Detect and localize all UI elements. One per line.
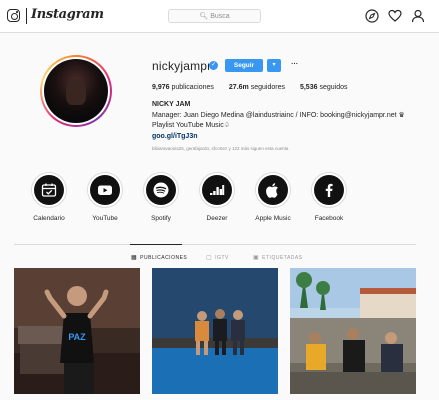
search-icon: 🔍︎ (199, 13, 209, 20)
post-photo-man-at-pool-table: PAZ (14, 268, 140, 394)
followed-by-text[interactable]: bibiaravaonia25, gerafajardo, sfcortez y… (152, 146, 288, 151)
profile-stats: 9,976 publicaciones 27.6m seguidores 5,5… (152, 84, 347, 91)
tabs-divider (14, 244, 416, 245)
tab-label: PUBLICACIONES (140, 254, 188, 261)
bio-line-2: Playlist YouTube Music♤ (152, 122, 230, 129)
highlight-ring (255, 172, 291, 208)
deezer-icon (210, 185, 225, 195)
spotify-icon (153, 182, 169, 198)
highlight-label: Spotify (151, 215, 171, 222)
post-photo-group-by-pool (152, 268, 278, 394)
highlight-label: Deezer (206, 215, 228, 222)
active-tab-indicator (130, 244, 182, 245)
tab-label: IGTV (215, 254, 229, 261)
highlight-deezer[interactable]: Deezer (193, 172, 241, 222)
highlight-ring (143, 172, 179, 208)
verified-badge-icon: ✓ (209, 61, 218, 70)
following-count[interactable]: 5,536 seguidos (300, 84, 348, 91)
search-placeholder: Busca (210, 12, 230, 20)
compass-icon[interactable] (365, 9, 379, 23)
igtv-icon: ▢ (206, 255, 213, 261)
tab-igtv[interactable]: ▢ IGTV (206, 254, 229, 262)
posts-count: 9,976 publicaciones (152, 84, 214, 91)
tab-label: ETIQUETADAS (262, 254, 303, 261)
story-highlights: Calendario YouTube Spotify Deezer Apple … (25, 172, 365, 232)
highlight-cover (202, 175, 232, 205)
highlight-label: Apple Music (255, 215, 291, 222)
display-name: NICKY JAM (152, 101, 191, 108)
instagram-logo-icon[interactable] (7, 9, 20, 22)
facebook-icon (325, 183, 333, 197)
calendar-icon (41, 183, 57, 197)
highlight-apple-music[interactable]: Apple Music (249, 172, 297, 222)
highlight-ring (311, 172, 347, 208)
highlight-youtube[interactable]: YouTube (81, 172, 129, 222)
bio-link[interactable]: goo.gl/iTgJ3n (152, 132, 422, 143)
top-navigation-bar: Instagram 🔍︎ Busca (0, 0, 439, 33)
profile-avatar[interactable] (40, 55, 112, 127)
avatar-photo (44, 59, 108, 123)
avatar-inner (42, 57, 110, 125)
bio-line-1: Manager: Juan Diego Medina @laindustriai… (152, 111, 405, 119)
tab-etiquetadas[interactable]: ▣ ETIQUETADAS (253, 254, 303, 262)
heart-icon[interactable] (388, 9, 402, 23)
highlight-cover (34, 175, 64, 205)
highlight-spotify[interactable]: Spotify (137, 172, 185, 222)
suggested-accounts-button[interactable]: ▾ (267, 59, 281, 72)
highlight-cover (258, 175, 288, 205)
instagram-wordmark[interactable]: Instagram (31, 7, 104, 22)
grid-icon: ▦ (131, 255, 138, 261)
highlight-label: YouTube (92, 215, 118, 222)
highlight-facebook[interactable]: Facebook (305, 172, 353, 222)
highlight-calendario[interactable]: Calendario (25, 172, 73, 222)
tab-publicaciones[interactable]: ▦ PUBLICACIONES (131, 254, 188, 262)
profile-username: nickyjampr (152, 59, 212, 73)
highlight-cover (314, 175, 344, 205)
apple-icon (266, 183, 278, 198)
highlight-label: Facebook (314, 215, 344, 222)
highlight-label: Calendario (33, 215, 65, 222)
highlight-cover (90, 175, 120, 205)
highlight-cover (146, 175, 176, 205)
youtube-icon (98, 185, 112, 195)
highlight-ring (199, 172, 235, 208)
post-thumbnail[interactable]: PAZ (14, 268, 140, 394)
search-input[interactable]: 🔍︎ Busca (168, 9, 261, 23)
tag-icon: ▣ (253, 255, 260, 261)
post-photo-group-outdoors (290, 268, 416, 394)
follow-button[interactable]: Seguir (225, 59, 263, 72)
user-icon[interactable] (411, 9, 425, 23)
followers-count[interactable]: 27.6m seguidores (229, 84, 285, 91)
nav-divider (26, 8, 27, 24)
highlight-ring (31, 172, 67, 208)
post-caption-text: PAZ (68, 332, 86, 342)
post-thumbnail[interactable] (290, 268, 416, 394)
more-options-icon[interactable]: ··· (288, 59, 300, 72)
profile-bio: NICKY JAM Manager: Juan Diego Medina @la… (152, 100, 422, 142)
highlight-ring (87, 172, 123, 208)
post-thumbnail[interactable] (152, 268, 278, 394)
